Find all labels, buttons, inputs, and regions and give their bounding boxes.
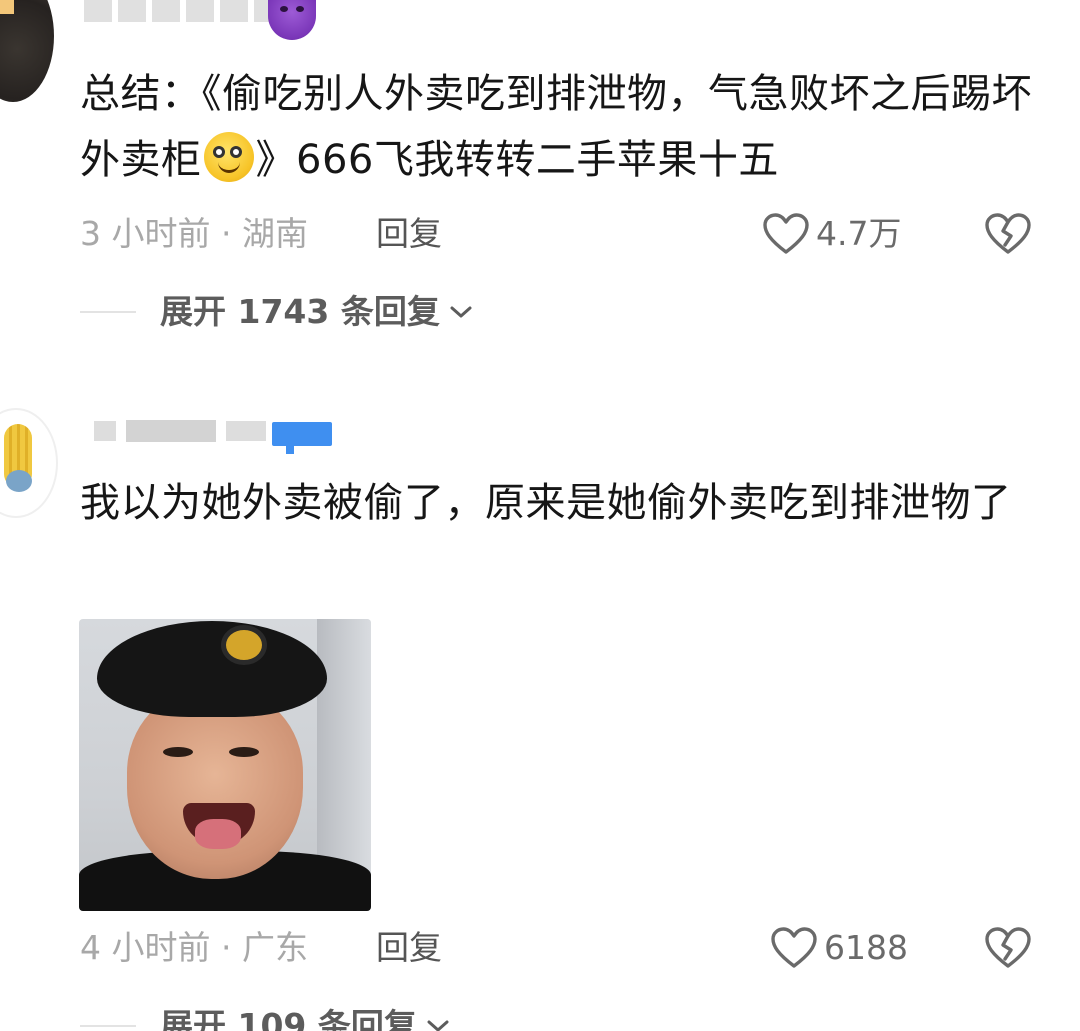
- photo-eye: [229, 747, 259, 757]
- photo-tongue: [195, 819, 241, 849]
- comment-list: 总结：《偷吃别人外卖吃到排泄物，气急败坏之后踢坏外卖柜 》666飞我转转二手苹果十…: [0, 0, 1080, 1031]
- photo-face: [127, 689, 303, 879]
- dislike-button[interactable]: [984, 212, 1032, 256]
- chevron-down-icon: [427, 1020, 449, 1031]
- heart-outline-icon: [763, 213, 809, 254]
- expand-replies-label: 展开 109 条回复: [160, 1006, 417, 1031]
- like-button[interactable]: 6188: [770, 926, 908, 970]
- like-button[interactable]: 4.7万: [762, 212, 901, 256]
- divider-line: [80, 1025, 136, 1027]
- user-avatar[interactable]: [0, 0, 54, 102]
- heart-outline-icon: [771, 927, 817, 968]
- comment-text: 我以为她外卖被偷了，原来是她偷外卖吃到排泄物了: [80, 480, 1012, 526]
- comment-text-part2: 》666飞我转转二手苹果十五: [255, 137, 779, 183]
- photo-beret-badge: [221, 625, 267, 665]
- reply-button[interactable]: 回复: [376, 214, 442, 254]
- smiling-face-emoji-icon: [203, 132, 254, 182]
- comment-time-location: 3 小时前 · 湖南: [80, 214, 308, 253]
- photo-beret: [97, 621, 327, 717]
- like-count: 4.7万: [816, 214, 902, 253]
- expand-replies-button[interactable]: 展开 109 条回复: [80, 1006, 451, 1031]
- username-blurred[interactable]: [84, 0, 282, 34]
- comment-text: 总结：《偷吃别人外卖吃到排泄物，气急败坏之后踢坏外卖柜 》666飞我转转二手苹果十…: [80, 61, 1040, 193]
- broken-heart-icon: [985, 927, 1031, 968]
- avatar-figure-base: [6, 470, 32, 492]
- devil-emoji-icon: [268, 0, 316, 40]
- like-count: 6188: [824, 928, 908, 967]
- comment-image-meme[interactable]: [79, 619, 371, 911]
- username-blurred[interactable]: [94, 420, 266, 442]
- user-badge: [272, 422, 332, 454]
- broken-heart-icon: [985, 213, 1031, 254]
- user-avatar[interactable]: [0, 408, 58, 518]
- photo-eye: [163, 747, 193, 757]
- expand-replies-button[interactable]: 展开 1743 条回复: [80, 292, 474, 332]
- expand-replies-label: 展开 1743 条回复: [160, 292, 440, 331]
- reply-button[interactable]: 回复: [376, 928, 442, 968]
- avatar-highlight: [0, 0, 14, 14]
- dislike-button[interactable]: [984, 926, 1032, 970]
- divider-line: [80, 311, 136, 313]
- comment-time-location: 4 小时前 · 广东: [80, 928, 308, 967]
- chevron-down-icon: [450, 306, 472, 318]
